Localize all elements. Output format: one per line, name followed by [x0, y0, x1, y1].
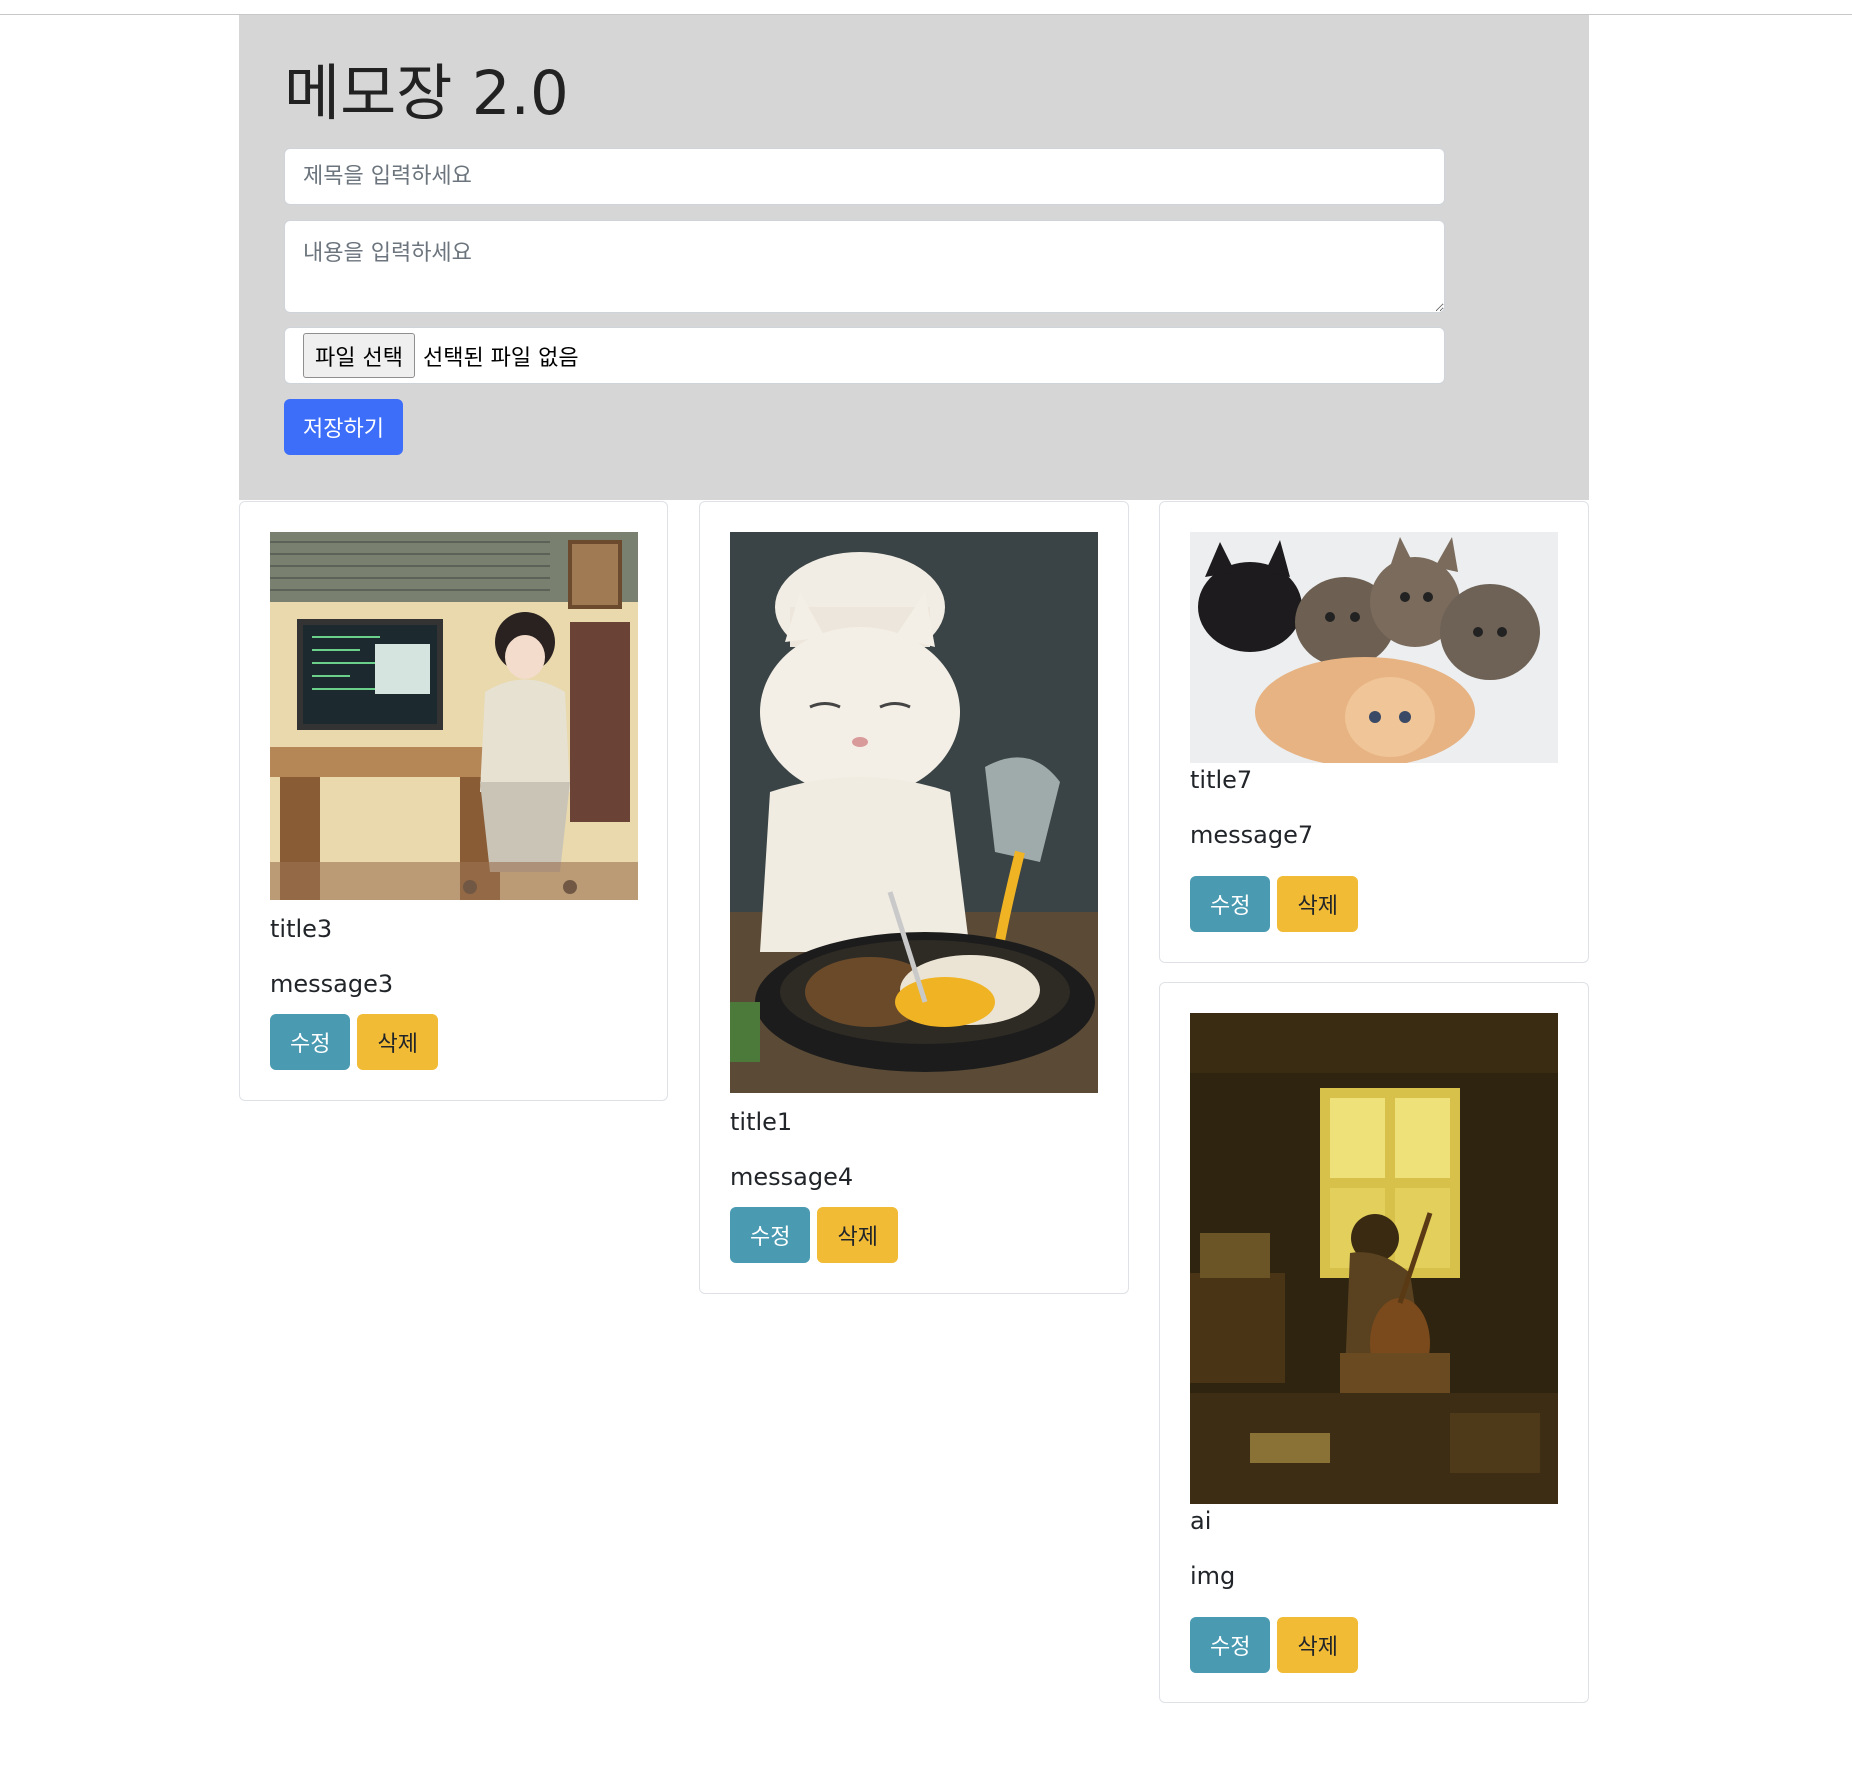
file-input[interactable]: 파일 선택 선택된 파일 없음	[284, 327, 1445, 384]
card-title: ai	[1190, 1507, 1212, 1535]
memo-card: ai img 수정 삭제	[1159, 982, 1589, 1703]
card-title: title1	[730, 1108, 793, 1136]
card-message: message7	[1190, 821, 1314, 849]
card-message: message4	[730, 1163, 854, 1191]
delete-button[interactable]: 삭제	[357, 1014, 438, 1070]
file-select-button[interactable]: 파일 선택	[303, 333, 415, 378]
card-message: message3	[270, 970, 394, 998]
chef-cat-image	[730, 532, 1098, 1093]
card-actions: 수정 삭제	[270, 1014, 438, 1070]
edit-button[interactable]: 수정	[730, 1207, 811, 1263]
edit-button[interactable]: 수정	[1190, 1617, 1271, 1673]
content-textarea[interactable]	[284, 220, 1445, 313]
kittens-image	[1190, 532, 1558, 763]
memo-card: title7 message7 수정 삭제	[1159, 501, 1589, 963]
card-title: title3	[270, 915, 333, 943]
card-actions: 수정 삭제	[730, 1207, 898, 1263]
coder-girl-image	[270, 532, 638, 900]
card-actions: 수정 삭제	[1190, 1617, 1358, 1673]
musician-room-image	[1190, 1013, 1558, 1504]
save-button[interactable]: 저장하기	[284, 399, 403, 455]
delete-button[interactable]: 삭제	[1277, 1617, 1358, 1673]
card-message: img	[1190, 1562, 1236, 1590]
edit-button[interactable]: 수정	[1190, 876, 1271, 932]
file-status-text: 선택된 파일 없음	[422, 345, 579, 371]
memo-card: title3 message3 수정 삭제	[239, 501, 668, 1101]
memo-form-panel: 메모장 2.0 파일 선택 선택된 파일 없음 저장하기	[239, 15, 1589, 500]
card-actions: 수정 삭제	[1190, 876, 1358, 932]
memo-card: title1 message4 수정 삭제	[699, 501, 1129, 1294]
edit-button[interactable]: 수정	[270, 1014, 351, 1070]
delete-button[interactable]: 삭제	[1277, 876, 1358, 932]
delete-button[interactable]: 삭제	[817, 1207, 898, 1263]
browser-top-edge	[0, 0, 1852, 15]
card-title: title7	[1190, 766, 1253, 794]
title-input[interactable]	[284, 148, 1445, 205]
page-title: 메모장 2.0	[284, 58, 569, 129]
